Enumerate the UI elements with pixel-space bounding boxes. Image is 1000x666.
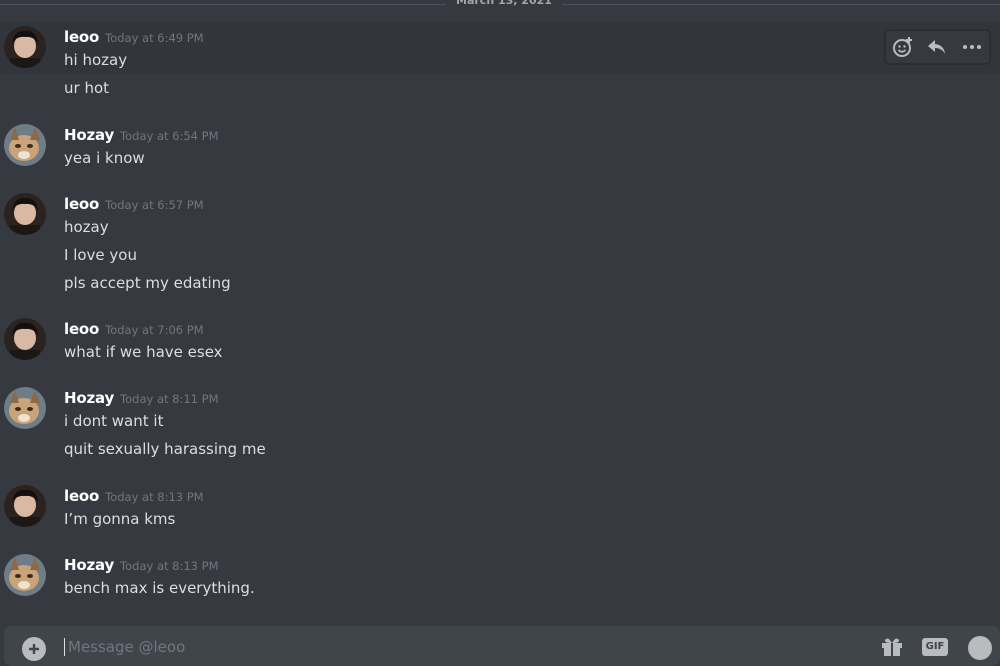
message-group[interactable]: leoo Today at 8:13 PM I’m gonna kms <box>0 481 1000 533</box>
message-header: leoo Today at 6:49 PM <box>64 27 204 46</box>
message-toolbar <box>885 30 990 64</box>
message-group[interactable]: Hozay Today at 6:54 PM yea i know <box>0 120 1000 172</box>
gif-button[interactable]: GIF <box>922 638 948 656</box>
reply-icon[interactable] <box>922 32 952 62</box>
text-caret <box>64 638 65 656</box>
message-header: leoo Today at 8:13 PM <box>64 486 204 505</box>
emoji-icon[interactable] <box>968 636 992 660</box>
timestamp: Today at 8:13 PM <box>120 559 219 573</box>
avatar-hozay[interactable] <box>4 124 46 166</box>
message-input[interactable] <box>66 635 850 659</box>
username[interactable]: leoo <box>64 320 99 338</box>
avatar-leoo[interactable] <box>4 26 46 68</box>
message-header: leoo Today at 7:06 PM <box>64 319 204 338</box>
message-group[interactable]: Hozay Today at 8:13 PM bench max is every… <box>0 550 1000 602</box>
avatar-leoo[interactable] <box>4 193 46 235</box>
message-text: pls accept my edating <box>64 274 231 292</box>
timestamp: Today at 6:49 PM <box>105 31 204 45</box>
message-text: yea i know <box>64 149 145 167</box>
timestamp: Today at 6:54 PM <box>120 129 219 143</box>
timestamp: Today at 8:11 PM <box>120 392 219 406</box>
username[interactable]: Hozay <box>64 389 114 407</box>
message-text: ur hot <box>64 79 110 97</box>
date-divider-label: March 13, 2021 <box>446 0 562 8</box>
message-text: I’m gonna kms <box>64 510 176 528</box>
add-attachment-button[interactable] <box>22 637 46 661</box>
username[interactable]: leoo <box>64 487 99 505</box>
message-text: hozay <box>64 218 109 236</box>
date-divider: March 13, 2021 <box>0 0 1000 10</box>
message-group[interactable]: leoo Today at 7:06 PM what if we have ese… <box>0 314 1000 366</box>
message-text: quit sexually harassing me <box>64 440 266 458</box>
message-text: bench max is everything. <box>64 579 255 597</box>
timestamp: Today at 7:06 PM <box>105 323 204 337</box>
gift-icon[interactable] <box>880 636 904 656</box>
message-composer: GIF <box>4 626 1000 666</box>
message-header: Hozay Today at 6:54 PM <box>64 125 219 144</box>
avatar-hozay[interactable] <box>4 554 46 596</box>
avatar-leoo[interactable] <box>4 485 46 527</box>
plus-icon <box>29 644 39 654</box>
username[interactable]: leoo <box>64 195 99 213</box>
message-header: leoo Today at 6:57 PM <box>64 194 204 213</box>
message-text: i dont want it <box>64 412 164 430</box>
message-group[interactable]: leoo Today at 6:57 PM hozay I love you pl… <box>0 189 1000 299</box>
avatar-hozay[interactable] <box>4 387 46 429</box>
username[interactable]: Hozay <box>64 126 114 144</box>
timestamp: Today at 8:13 PM <box>105 490 204 504</box>
add-reaction-icon[interactable] <box>888 32 918 62</box>
message-header: Hozay Today at 8:13 PM <box>64 555 219 574</box>
avatar-leoo[interactable] <box>4 318 46 360</box>
message-header: Hozay Today at 8:11 PM <box>64 388 219 407</box>
message-group[interactable]: leoo Today at 6:49 PM hi hozay <box>0 22 1000 74</box>
username[interactable]: leoo <box>64 28 99 46</box>
timestamp: Today at 6:57 PM <box>105 198 204 212</box>
message-group[interactable]: Hozay Today at 8:11 PM i dont want it qui… <box>0 383 1000 465</box>
message-text: I love you <box>64 246 137 264</box>
username[interactable]: Hozay <box>64 556 114 574</box>
message-text: what if we have esex <box>64 343 223 361</box>
more-options-icon[interactable] <box>957 32 987 62</box>
message-text: hi hozay <box>64 51 128 69</box>
